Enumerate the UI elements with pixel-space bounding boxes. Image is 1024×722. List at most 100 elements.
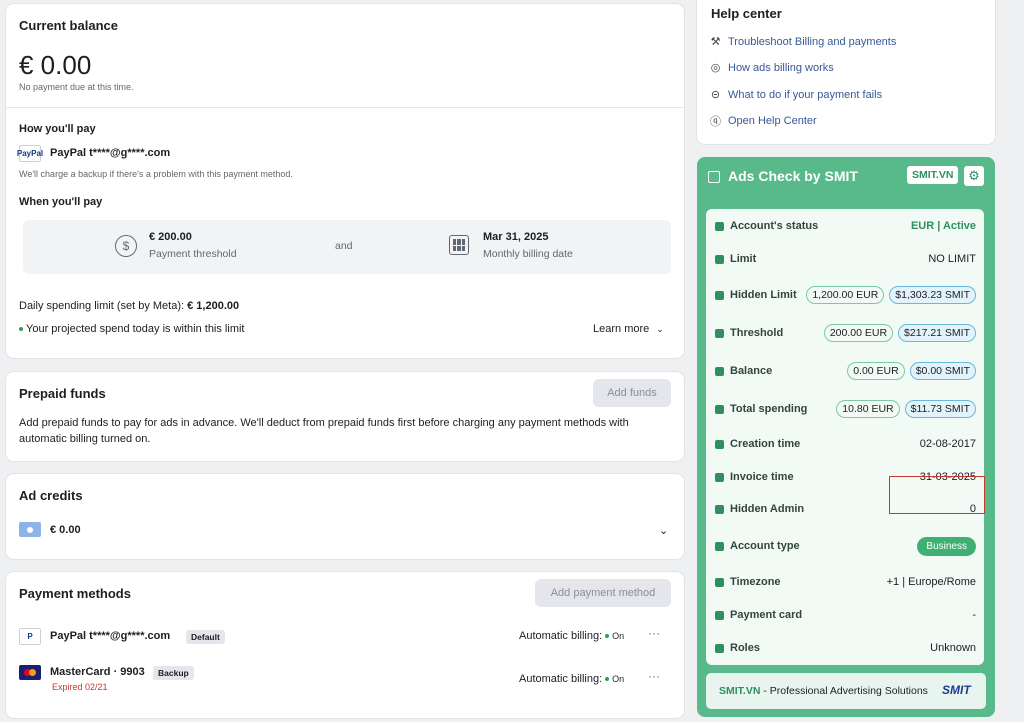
learn-more-label: Learn more — [593, 323, 650, 335]
tools-icon: ⚒ — [710, 36, 721, 48]
payment-methods-title: Payment methods — [19, 586, 131, 601]
row-label: Hidden Admin — [730, 503, 805, 515]
current-balance-title: Current balance — [19, 18, 118, 33]
row-creation-time: Creation time 02-08-2017 — [706, 434, 984, 454]
row-limit: Limit NO LIMIT — [706, 249, 984, 269]
projected-text: Your projected spend today is within thi… — [26, 323, 245, 335]
threshold-label: Payment threshold — [149, 248, 237, 260]
timezone-value: +1 | Europe/Rome — [886, 576, 976, 588]
prepaid-title: Prepaid funds — [19, 386, 106, 401]
balance-icon — [715, 366, 724, 376]
balance-note: No payment due at this time. — [19, 82, 134, 92]
help-link-label: What to do if your payment fails — [728, 88, 883, 101]
account-type-icon — [715, 541, 724, 551]
chevron-down-icon[interactable]: ⌄ — [659, 524, 668, 537]
payment-method-name: PayPal t****@g****.com — [50, 630, 171, 642]
footer-text: SMIT.VN - Professional Advertising Solut… — [719, 685, 928, 697]
add-funds-button[interactable]: Add funds — [593, 379, 671, 407]
learn-more-link[interactable]: Learn more ⌄ — [593, 323, 664, 335]
when-pay-title: When you'll pay — [19, 196, 103, 208]
help-link-ads-billing[interactable]: ◎ How ads billing works — [709, 61, 834, 75]
limit-value: NO LIMIT — [928, 253, 976, 265]
row-label: Account type — [730, 540, 800, 552]
add-payment-method-button[interactable]: Add payment method — [535, 579, 671, 607]
paypal-account: PayPal t****@g****.com — [50, 147, 171, 159]
row-hidden-limit: Hidden Limit 1,200.00 EUR $1,303.23 SMIT — [706, 285, 984, 305]
roles-value: Unknown — [930, 642, 976, 654]
eur-pill: 1,200.00 EUR — [806, 286, 885, 304]
smit-badge[interactable]: SMIT.VN — [907, 166, 959, 184]
more-options-icon[interactable]: ··· — [648, 626, 660, 640]
row-label: Timezone — [730, 576, 781, 588]
automatic-billing-label: Automatic billing: — [519, 673, 603, 685]
daily-limit-value: € 1,200.00 — [187, 300, 240, 312]
row-label: Invoice time — [730, 471, 794, 483]
creation-value: 02-08-2017 — [919, 438, 976, 450]
help-link-troubleshoot[interactable]: ⚒ Troubleshoot Billing and payments — [709, 35, 897, 49]
row-balance: Balance 0.00 EUR $0.00 SMIT — [706, 361, 984, 381]
calendar-icon — [715, 439, 724, 449]
projected-spend: Your projected spend today is within thi… — [19, 323, 245, 335]
more-options-icon[interactable]: ··· — [648, 669, 660, 683]
credits-amount: € 0.00 — [50, 524, 81, 536]
smit-pill: $217.21 SMIT — [898, 324, 976, 342]
threshold-icon — [715, 328, 724, 338]
row-label: Threshold — [730, 327, 784, 339]
payment-methods-card: Payment methods Add payment method P Pay… — [6, 572, 684, 718]
invoice-icon — [715, 472, 724, 482]
smit-pill: $0.00 SMIT — [909, 362, 976, 380]
row-roles: Roles Unknown — [706, 638, 984, 658]
backup-note: We'll charge a backup if there's a probl… — [19, 169, 293, 179]
card-value: - — [972, 609, 976, 621]
row-timezone: Timezone +1 | Europe/Rome — [706, 572, 984, 592]
help-link-payment-fails[interactable]: ⊝ What to do if your payment fails — [709, 88, 883, 102]
prepaid-funds-card: Prepaid funds Add funds Add prepaid fund… — [6, 372, 684, 461]
automatic-billing: Automatic billing: On — [519, 673, 624, 685]
backup-badge: Backup — [153, 666, 194, 680]
business-badge: Business — [917, 536, 976, 556]
help-center-title: Help center — [711, 6, 782, 21]
smit-brand-logo: SMIT — [942, 683, 971, 697]
billing-state: On — [612, 674, 625, 684]
row-payment-card: Payment card - — [706, 605, 984, 625]
row-label: Payment card — [730, 609, 803, 621]
smit-info-list: Account's status EUR | Active Limit NO LIM… — [706, 209, 985, 665]
row-label: Roles — [730, 642, 760, 654]
paypal-logo: PayPal — [17, 145, 43, 162]
help-link-label: Troubleshoot Billing and payments — [728, 35, 897, 48]
mastercard-logo — [19, 665, 41, 680]
admin-icon — [715, 504, 724, 514]
smit-pill: $11.73 SMIT — [904, 400, 976, 418]
smit-panel: Ads Check by SMIT SMIT.VN ⚙ Account's st… — [697, 157, 995, 717]
default-badge: Default — [186, 630, 225, 644]
highlight-box — [889, 476, 985, 514]
users-icon — [715, 643, 724, 653]
total-spending-icon — [715, 404, 724, 414]
row-label: Hidden Limit — [730, 289, 797, 301]
status-icon — [715, 221, 724, 231]
gear-icon[interactable]: ⚙ — [964, 166, 984, 186]
row-label: Total spending — [730, 403, 808, 415]
help-link-open-help-center[interactable]: ⓠ Open Help Center — [709, 114, 817, 128]
smit-logo-icon — [708, 171, 720, 183]
when-pay-box: $ € 200.00 Payment threshold and Mar 31,… — [23, 220, 671, 274]
footer-brand: SMIT.VN — [719, 685, 761, 697]
row-label: Account's status — [730, 220, 819, 232]
row-label: Creation time — [730, 438, 801, 450]
minus-circle-icon: ⊝ — [710, 89, 721, 101]
automatic-billing-label: Automatic billing: — [519, 630, 603, 642]
question-icon: ⓠ — [710, 115, 721, 128]
dollar-icon: $ — [115, 235, 137, 257]
threshold-amount: € 200.00 — [149, 231, 192, 243]
row-account-type: Account type Business — [706, 536, 984, 556]
help-center-card: Help center ⚒ Troubleshoot Billing and pa… — [697, 0, 995, 144]
footer-tagline: - Professional Advertising Solutions — [760, 685, 928, 697]
status-value: EUR | Active — [910, 220, 976, 232]
eur-pill: 200.00 EUR — [823, 324, 894, 342]
daily-limit-prefix: Daily spending limit (set by Meta): — [19, 300, 188, 312]
row-label: Limit — [730, 253, 757, 265]
billing-date-label: Monthly billing date — [483, 248, 573, 260]
payment-method-name: MasterCard · 9903 — [50, 666, 145, 678]
balance-amount: € 0.00 — [19, 50, 92, 80]
automatic-billing: Automatic billing: On — [519, 630, 624, 642]
